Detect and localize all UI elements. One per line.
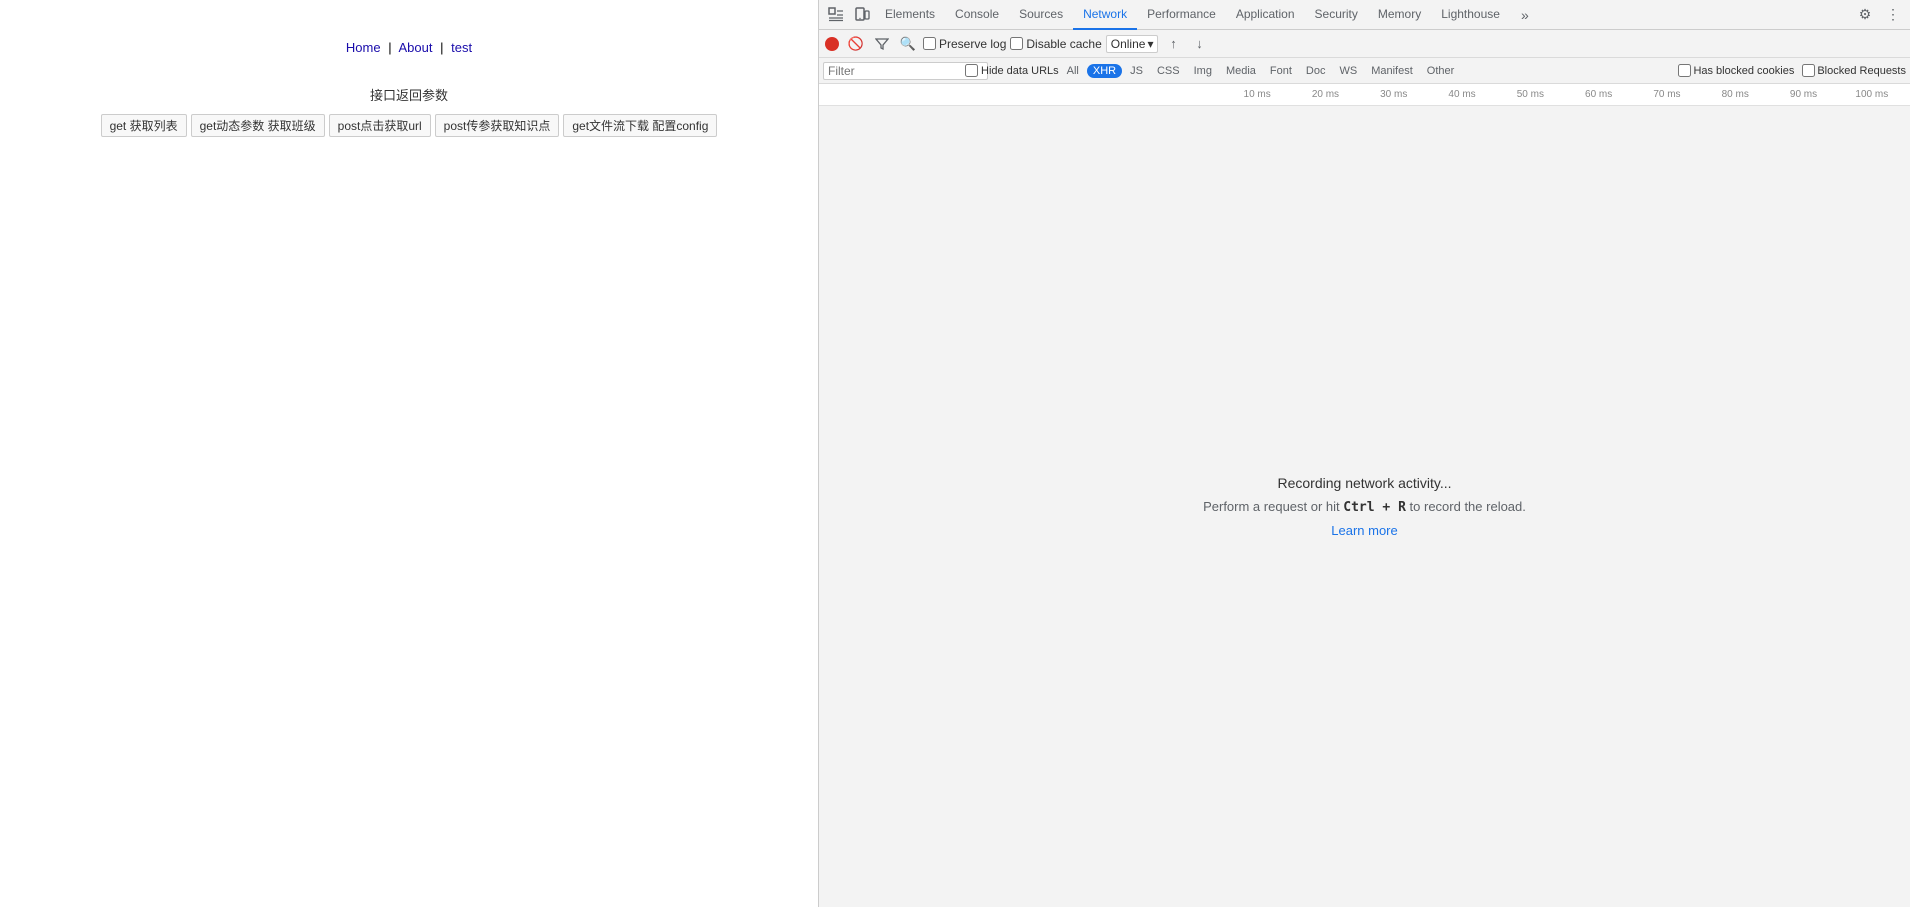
tick-90ms: 90 ms bbox=[1769, 89, 1837, 100]
tab-lighthouse[interactable]: Lighthouse bbox=[1431, 0, 1510, 30]
has-blocked-cookies-label[interactable]: Has blocked cookies bbox=[1678, 64, 1794, 77]
hide-data-urls-input[interactable] bbox=[965, 64, 978, 77]
filter-media[interactable]: Media bbox=[1220, 64, 1262, 78]
filter-ws[interactable]: WS bbox=[1333, 64, 1363, 78]
filter-manifest[interactable]: Manifest bbox=[1365, 64, 1419, 78]
tab-performance[interactable]: Performance bbox=[1137, 0, 1226, 30]
button-group: get 获取列表get动态参数 获取班级post点击获取urlpost传参获取知… bbox=[20, 114, 798, 137]
tick-30ms: 30 ms bbox=[1360, 89, 1428, 100]
hide-data-urls-label: Hide data URLs bbox=[981, 65, 1059, 77]
preserve-log-label: Preserve log bbox=[939, 37, 1006, 51]
tick-20ms: 20 ms bbox=[1291, 89, 1359, 100]
record-button[interactable] bbox=[825, 37, 839, 51]
tick-100ms: 100 ms bbox=[1838, 89, 1906, 100]
learn-more-link[interactable]: Learn more bbox=[1331, 523, 1397, 538]
preserve-log-input[interactable] bbox=[923, 37, 936, 50]
tick-80ms: 80 ms bbox=[1701, 89, 1769, 100]
network-toolbar: 🚫 🔍 Preserve log Disable cache Online ▾ … bbox=[819, 30, 1910, 58]
tab-elements[interactable]: Elements bbox=[875, 0, 945, 30]
import-icon[interactable]: ↑ bbox=[1162, 33, 1184, 55]
settings-icon[interactable]: ⚙ bbox=[1852, 2, 1878, 28]
page-btn-3[interactable]: post传参获取知识点 bbox=[435, 114, 560, 137]
filter-all[interactable]: All bbox=[1061, 64, 1085, 78]
filter-css[interactable]: CSS bbox=[1151, 64, 1186, 78]
filter-button[interactable] bbox=[871, 33, 893, 55]
filter-input[interactable] bbox=[823, 62, 988, 80]
has-blocked-cookies-input[interactable] bbox=[1678, 64, 1691, 77]
more-tabs-icon[interactable]: » bbox=[1512, 2, 1538, 28]
page-nav: Home | About | test bbox=[20, 40, 798, 55]
filter-js[interactable]: JS bbox=[1124, 64, 1149, 78]
filter-other[interactable]: Other bbox=[1421, 64, 1461, 78]
devtools-panel: Elements Console Sources Network Perform… bbox=[818, 0, 1910, 907]
filter-row: Hide data URLs All XHR JS CSS Img Media … bbox=[819, 58, 1910, 84]
search-button[interactable]: 🔍 bbox=[897, 33, 919, 55]
preserve-log-checkbox[interactable]: Preserve log bbox=[923, 37, 1006, 51]
page-btn-1[interactable]: get动态参数 获取班级 bbox=[191, 114, 325, 137]
tick-50ms: 50 ms bbox=[1496, 89, 1564, 100]
hide-data-urls-checkbox[interactable]: Hide data URLs bbox=[965, 64, 1059, 77]
disable-cache-input[interactable] bbox=[1010, 37, 1023, 50]
inspect-icon[interactable] bbox=[823, 2, 849, 28]
chevron-down-icon: ▾ bbox=[1147, 37, 1153, 51]
filter-img[interactable]: Img bbox=[1188, 64, 1218, 78]
tab-memory[interactable]: Memory bbox=[1368, 0, 1431, 30]
blocked-requests-text: Blocked Requests bbox=[1817, 65, 1906, 77]
page-area: Home | About | test 接口返回参数 get 获取列表get动态… bbox=[0, 0, 818, 907]
nav-home[interactable]: Home bbox=[346, 40, 381, 55]
disable-cache-checkbox[interactable]: Disable cache bbox=[1010, 37, 1101, 51]
network-empty-state: Recording network activity... Perform a … bbox=[819, 106, 1910, 907]
more-options-icon[interactable]: ⋮ bbox=[1880, 2, 1906, 28]
tick-70ms: 70 ms bbox=[1633, 89, 1701, 100]
nav-sep1: | bbox=[388, 40, 391, 55]
blocked-requests-label[interactable]: Blocked Requests bbox=[1802, 64, 1906, 77]
page-btn-0[interactable]: get 获取列表 bbox=[101, 114, 187, 137]
has-blocked-cookies-text: Has blocked cookies bbox=[1693, 65, 1794, 77]
page-btn-4[interactable]: get文件流下载 配置config bbox=[563, 114, 717, 137]
export-icon[interactable]: ↓ bbox=[1188, 33, 1210, 55]
tab-sources[interactable]: Sources bbox=[1009, 0, 1073, 30]
device-toolbar-icon[interactable] bbox=[849, 2, 875, 28]
filter-font[interactable]: Font bbox=[1264, 64, 1298, 78]
tab-network[interactable]: Network bbox=[1073, 0, 1137, 30]
tab-security[interactable]: Security bbox=[1305, 0, 1368, 30]
network-throttle-select[interactable]: Online ▾ bbox=[1106, 35, 1159, 53]
keyboard-shortcut: Ctrl + R bbox=[1343, 500, 1406, 515]
devtools-tabs-right: ⚙ ⋮ bbox=[1852, 2, 1906, 28]
nav-test[interactable]: test bbox=[451, 40, 472, 55]
filter-xhr[interactable]: XHR bbox=[1087, 64, 1122, 78]
online-label: Online bbox=[1111, 37, 1146, 51]
nav-sep2: | bbox=[440, 40, 443, 55]
timeline-ruler: 10 ms 20 ms 30 ms 40 ms 50 ms 60 ms 70 m… bbox=[1219, 89, 1910, 100]
instruction-text: Perform a request or hit Ctrl + R to rec… bbox=[1203, 499, 1526, 515]
tick-40ms: 40 ms bbox=[1428, 89, 1496, 100]
tick-60ms: 60 ms bbox=[1564, 89, 1632, 100]
instruction-prefix: Perform a request or hit bbox=[1203, 499, 1340, 514]
blocked-requests-input[interactable] bbox=[1802, 64, 1815, 77]
tick-10ms: 10 ms bbox=[1223, 89, 1291, 100]
instruction-suffix: to record the reload. bbox=[1410, 499, 1526, 514]
clear-button[interactable]: 🚫 bbox=[845, 33, 867, 55]
filter-search-area bbox=[823, 62, 963, 80]
timeline-header: 10 ms 20 ms 30 ms 40 ms 50 ms 60 ms 70 m… bbox=[819, 84, 1910, 106]
page-btn-2[interactable]: post点击获取url bbox=[329, 114, 431, 137]
disable-cache-label: Disable cache bbox=[1026, 37, 1101, 51]
nav-about[interactable]: About bbox=[399, 40, 433, 55]
filter-doc[interactable]: Doc bbox=[1300, 64, 1332, 78]
recording-text: Recording network activity... bbox=[1277, 475, 1451, 491]
devtools-content: Recording network activity... Perform a … bbox=[819, 106, 1910, 907]
tab-console[interactable]: Console bbox=[945, 0, 1009, 30]
devtools-tab-bar: Elements Console Sources Network Perform… bbox=[819, 0, 1910, 30]
section-title: 接口返回参数 bbox=[20, 85, 798, 104]
tab-application[interactable]: Application bbox=[1226, 0, 1305, 30]
filter-checkboxes: Has blocked cookies Blocked Requests bbox=[1678, 64, 1906, 77]
